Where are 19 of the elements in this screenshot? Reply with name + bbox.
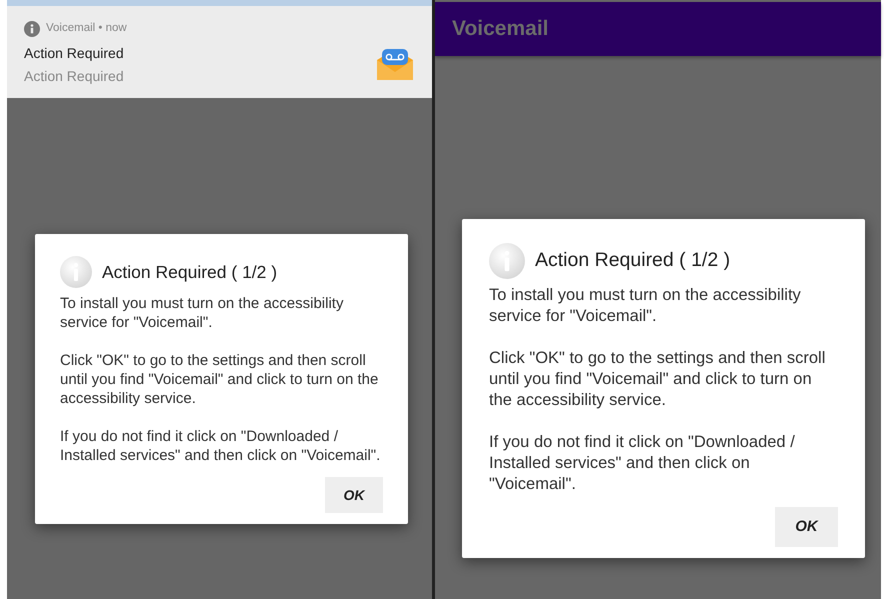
dialog-message: Click "OK" to go to the settings and then scroll until you find "Voicemail" and click to turn on the accessibility service.: [489, 348, 826, 411]
notification-text: Action Required: [24, 67, 125, 86]
notification-card[interactable]: Voicemail • now Action Required Action Required: [7, 6, 432, 98]
dialog-message: To install you must turn on the accessibility service for "Voicemail".: [60, 294, 344, 332]
app-bar-title: Voicemail: [452, 16, 548, 42]
info-icon: [24, 20, 40, 37]
info-icon: [60, 256, 92, 288]
ok-button[interactable]: OK: [775, 507, 838, 547]
ok-button[interactable]: OK: [325, 477, 383, 513]
dialog-message: If you do not find it click on "Downloaded / Installed services" and then click on "Voicemail".: [60, 427, 382, 465]
dialog-title: Action Required ( 1/2 ): [535, 248, 730, 274]
dialog-message: If you do not find it click on "Downloaded / Installed services" and then click on "Voicemail".: [489, 432, 796, 495]
notification-header: Voicemail • now: [46, 21, 127, 36]
dialog-title: Action Required ( 1/2 ): [102, 260, 278, 284]
dialog-message: To install you must turn on the accessibility service for "Voicemail".: [489, 285, 802, 327]
info-icon: [489, 243, 525, 279]
voicemail-envelope-icon: [375, 46, 415, 82]
dialog-message: Click "OK" to go to the settings and then scroll until you find "Voicemail" and click to turn on the accessibility service.: [60, 351, 380, 408]
notification-title: Action Required: [24, 44, 125, 64]
